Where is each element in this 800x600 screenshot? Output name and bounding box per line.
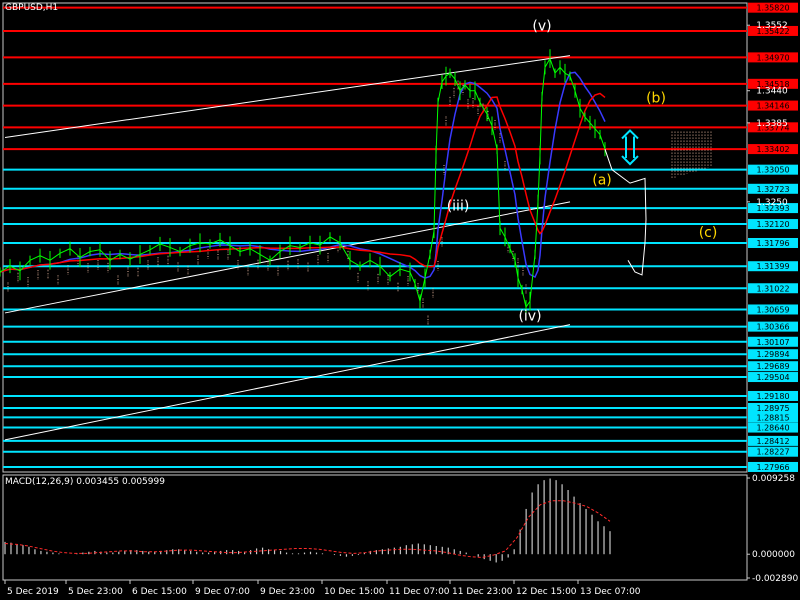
wave-labels: (v) (iii) (iv) (b) (a) (c) bbox=[447, 18, 718, 324]
cyan-level-19-label: 1.27966 bbox=[756, 463, 789, 472]
cyan-level-13-label: 1.29180 bbox=[756, 392, 789, 401]
cyan-level-1-label: 1.32723 bbox=[756, 185, 789, 194]
cyan-level-5-label: 1.31399 bbox=[756, 262, 789, 271]
cyan-level-18-label: 1.28227 bbox=[756, 448, 789, 457]
wave-label-4: (a) bbox=[592, 172, 612, 188]
price-chart[interactable]: (v) (iii) (iv) (b) (a) (c) 1.358201.354221.34… bbox=[0, 0, 800, 600]
cyan-level-8-label: 1.30366 bbox=[756, 323, 789, 332]
forecast-arrows bbox=[621, 129, 639, 166]
price-tick-label-1: 1.3440 bbox=[756, 87, 788, 97]
time-label-9: 13 Dec 07:00 bbox=[580, 587, 641, 597]
price-axis: 1.358201.354221.349701.345181.341461.337… bbox=[747, 2, 798, 472]
cyan-level-11-label: 1.29689 bbox=[756, 362, 789, 371]
price-line[interactable] bbox=[0, 57, 606, 309]
price-tick-label-2: 1.3385 bbox=[756, 119, 788, 129]
macd-indicator: 0.009258 0.000000 -0.002890 bbox=[4, 474, 798, 584]
projection-line[interactable] bbox=[604, 149, 647, 276]
main-panel-frame bbox=[2, 2, 748, 473]
time-label-5: 10 Dec 15:00 bbox=[324, 587, 385, 597]
cyan-level-12-label: 1.29504 bbox=[756, 373, 789, 382]
red-level-6-label: 1.33402 bbox=[756, 145, 789, 154]
projection-path bbox=[604, 149, 647, 276]
cyan-level-16-label: 1.28640 bbox=[756, 424, 789, 433]
time-label-1: 5 Dec 23:00 bbox=[68, 587, 123, 597]
price-tick-label-3: 1.3250 bbox=[756, 198, 788, 208]
horizontal-levels bbox=[3, 6, 747, 468]
macd-tick-label-2: -0.002890 bbox=[752, 574, 798, 584]
price-tick-label-0: 1.3552 bbox=[756, 21, 788, 31]
price-series bbox=[0, 49, 606, 315]
time-label-8: 12 Dec 15:00 bbox=[516, 587, 577, 597]
macd-signal-line[interactable] bbox=[4, 500, 611, 559]
time-label-4: 9 Dec 23:00 bbox=[260, 587, 315, 597]
channel-line-0[interactable] bbox=[4, 55, 571, 138]
red-level-4-label: 1.34146 bbox=[756, 102, 789, 111]
red-level-2-label: 1.34970 bbox=[756, 53, 789, 62]
cyan-level-17-label: 1.28412 bbox=[756, 437, 789, 446]
cyan-level-14-label: 1.28975 bbox=[756, 404, 789, 413]
time-label-0: 5 Dec 2019 bbox=[7, 587, 59, 597]
macd-tick-label-1: 0.000000 bbox=[752, 550, 795, 560]
cyan-level-15-label: 1.28815 bbox=[756, 413, 789, 422]
cyan-level-6-label: 1.31022 bbox=[756, 284, 789, 293]
cyan-level-9-label: 1.30107 bbox=[756, 338, 789, 347]
macd-title: MACD(12,26,9) 0.003455 0.005999 bbox=[5, 477, 165, 487]
wave-label-5: (c) bbox=[699, 225, 718, 241]
blue-ma-line[interactable] bbox=[0, 71, 606, 279]
cyan-level-7-label: 1.30659 bbox=[756, 305, 789, 314]
wave-label-0: (v) bbox=[532, 18, 551, 34]
wave-label-2: (iv) bbox=[518, 309, 541, 325]
symbol-label: GBPUSD,H1 bbox=[5, 3, 59, 13]
cyan-level-0-label: 1.33050 bbox=[756, 166, 789, 175]
moving-averages bbox=[0, 71, 606, 279]
red-level-0-label: 1.35820 bbox=[756, 4, 789, 13]
red-ma-line[interactable] bbox=[0, 92, 606, 273]
time-label-7: 11 Dec 23:00 bbox=[452, 587, 513, 597]
time-label-3: 9 Dec 07:00 bbox=[195, 587, 250, 597]
time-label-2: 6 Dec 15:00 bbox=[132, 587, 187, 597]
wave-label-3: (b) bbox=[646, 90, 666, 106]
time-axis: 5 Dec 2019 5 Dec 23:00 6 Dec 15:00 9 Dec 07… bbox=[4, 580, 641, 597]
cyan-level-3-label: 1.32120 bbox=[756, 220, 789, 229]
cyan-level-4-label: 1.31796 bbox=[756, 239, 789, 248]
cyan-level-10-label: 1.29894 bbox=[756, 350, 789, 359]
wave-label-1: (iii) bbox=[447, 199, 470, 215]
channel-line-1[interactable] bbox=[4, 201, 571, 314]
macd-tick-label-0: 0.009258 bbox=[752, 474, 795, 484]
up-arrow-icon bbox=[621, 129, 639, 149]
macd-panel-frame bbox=[2, 474, 748, 581]
time-label-6: 11 Dec 07:00 bbox=[389, 587, 450, 597]
